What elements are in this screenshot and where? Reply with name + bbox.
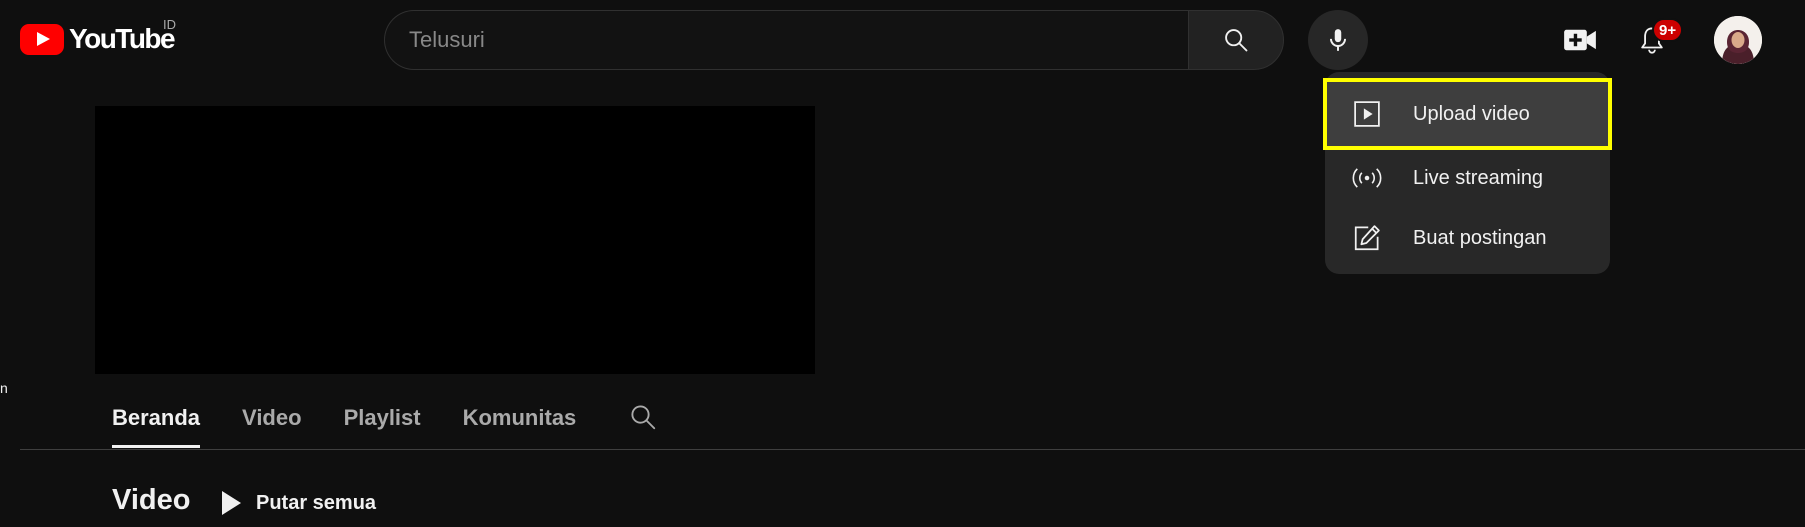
logo-text: YouTube xyxy=(69,23,176,54)
tab-komunitas[interactable]: Komunitas xyxy=(463,390,577,448)
create-menu: Upload video Live streaming Buat posting… xyxy=(1323,72,1612,274)
tab-playlist[interactable]: Playlist xyxy=(344,390,421,448)
tab-video[interactable]: Video xyxy=(242,390,302,448)
avatar-image xyxy=(1714,16,1762,64)
tab-beranda[interactable]: Beranda xyxy=(112,390,201,448)
search-icon xyxy=(631,405,656,430)
channel-banner xyxy=(95,106,815,374)
channel-tabs: Beranda Video Playlist Komunitas xyxy=(112,390,658,450)
menu-item-upload-video[interactable]: Upload video xyxy=(1323,78,1612,150)
voice-search-button[interactable] xyxy=(1308,10,1368,70)
play-all-label: Putar semua xyxy=(256,491,377,514)
play-icon xyxy=(222,491,241,515)
masthead: YouTube ID 9+ xyxy=(0,0,1805,80)
play-all-button[interactable]: Putar semua xyxy=(220,485,376,521)
youtube-logo[interactable]: YouTube xyxy=(20,18,176,60)
video-camera-plus-icon xyxy=(1564,29,1596,51)
notifications-button[interactable]: 9+ xyxy=(1630,18,1684,62)
country-code: ID xyxy=(163,17,176,32)
menu-item-label: Buat postingan xyxy=(1413,226,1547,249)
tabs-divider xyxy=(20,449,1805,450)
create-button[interactable] xyxy=(1558,18,1602,62)
sidebar-text-fragment: n xyxy=(0,380,8,396)
user-avatar[interactable] xyxy=(1714,16,1762,64)
menu-item-create-post[interactable]: Buat postingan xyxy=(1325,208,1610,268)
search-button[interactable] xyxy=(1188,10,1284,70)
play-square-icon xyxy=(1351,98,1383,130)
search-box xyxy=(384,10,1284,70)
notification-badge: 9+ xyxy=(1652,18,1684,42)
menu-item-label: Live streaming xyxy=(1413,166,1544,189)
channel-search-button[interactable] xyxy=(628,402,658,437)
edit-post-icon xyxy=(1351,222,1383,254)
broadcast-icon xyxy=(1351,162,1383,194)
menu-item-live-streaming[interactable]: Live streaming xyxy=(1325,148,1610,208)
section-title: Video xyxy=(112,484,191,516)
microphone-icon xyxy=(1329,29,1347,51)
search-input[interactable] xyxy=(384,10,1188,70)
menu-item-label: Upload video xyxy=(1413,102,1530,125)
youtube-play-icon xyxy=(20,23,64,55)
search-icon xyxy=(1225,29,1248,52)
